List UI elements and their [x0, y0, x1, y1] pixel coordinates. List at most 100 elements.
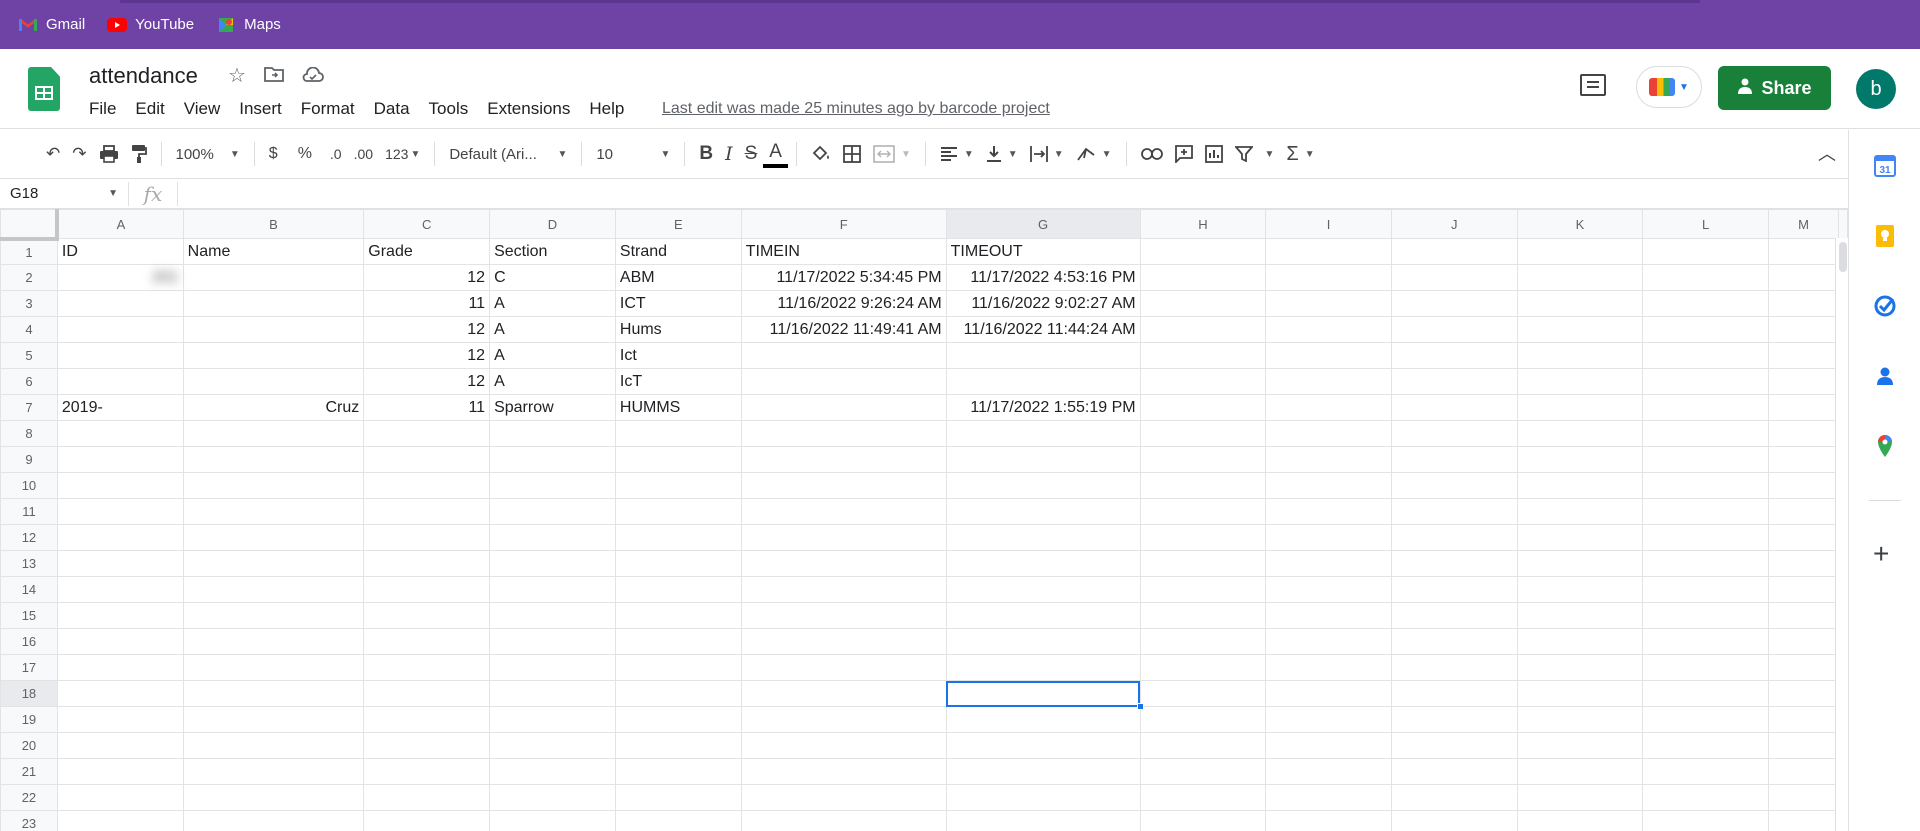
cell[interactable] — [182, 498, 365, 525]
cell[interactable] — [56, 732, 184, 759]
menu-extensions[interactable]: Extensions — [487, 99, 570, 119]
strikethrough-button[interactable]: S — [739, 139, 764, 169]
tasks-icon[interactable] — [1873, 294, 1897, 318]
cell[interactable]: 11/17/2022 5:34:45 PM — [740, 264, 947, 291]
cell[interactable] — [1139, 394, 1267, 421]
cell[interactable] — [614, 550, 742, 577]
cell[interactable] — [1768, 446, 1839, 473]
cell[interactable] — [1516, 706, 1644, 733]
cell[interactable] — [1390, 706, 1518, 733]
cell[interactable] — [740, 758, 947, 785]
cell[interactable]: ABM — [614, 264, 742, 291]
menu-format[interactable]: Format — [301, 99, 355, 119]
row-header[interactable]: 17 — [0, 654, 58, 681]
cell[interactable] — [945, 368, 1141, 395]
cell[interactable] — [182, 342, 365, 369]
cell[interactable] — [1390, 446, 1518, 473]
cell[interactable] — [489, 628, 616, 655]
cell[interactable] — [1516, 576, 1644, 603]
cell[interactable] — [363, 498, 491, 525]
cell[interactable] — [363, 810, 491, 831]
cell[interactable] — [945, 732, 1141, 759]
cell[interactable] — [1642, 706, 1770, 733]
row-header[interactable]: 6 — [0, 368, 58, 395]
cell[interactable]: 2019- — [56, 394, 184, 421]
cell[interactable] — [182, 628, 365, 655]
selection-fill-handle[interactable] — [1137, 703, 1144, 710]
menu-tools[interactable]: Tools — [429, 99, 469, 119]
cell[interactable]: C — [489, 264, 616, 291]
share-button[interactable]: Share — [1718, 66, 1831, 110]
cell[interactable] — [1642, 316, 1770, 343]
cell[interactable]: IcT — [614, 368, 742, 395]
cell[interactable] — [1516, 758, 1644, 785]
cell[interactable] — [1642, 264, 1770, 291]
cell[interactable] — [1390, 654, 1518, 681]
cell[interactable] — [1139, 706, 1267, 733]
cell[interactable] — [1265, 602, 1392, 629]
cell[interactable] — [1390, 264, 1518, 291]
cell[interactable] — [182, 264, 365, 291]
cell[interactable] — [614, 446, 742, 473]
cell[interactable] — [1768, 654, 1839, 681]
row-header[interactable]: 22 — [0, 784, 58, 811]
cell[interactable] — [1265, 264, 1392, 291]
cell[interactable] — [182, 472, 365, 499]
cell[interactable] — [1265, 576, 1392, 603]
cell[interactable] — [740, 550, 947, 577]
cell[interactable] — [182, 576, 365, 603]
cell[interactable] — [1768, 472, 1839, 499]
last-edit-link[interactable]: Last edit was made 25 minutes ago by bar… — [662, 100, 1050, 118]
row-header[interactable]: 20 — [0, 732, 58, 759]
merge-cells-icon[interactable]: ▼ — [867, 139, 917, 169]
cell[interactable] — [945, 420, 1141, 447]
cloud-status-icon[interactable] — [302, 66, 324, 89]
cell[interactable] — [1516, 420, 1644, 447]
cell[interactable] — [1768, 680, 1839, 707]
cell[interactable] — [740, 498, 947, 525]
cell[interactable] — [1139, 524, 1267, 551]
cell[interactable] — [1265, 524, 1392, 551]
cell[interactable] — [182, 810, 365, 831]
column-header-h[interactable]: H — [1139, 209, 1267, 239]
cell[interactable] — [363, 628, 491, 655]
vertical-scrollbar[interactable] — [1835, 238, 1848, 831]
cell[interactable] — [182, 732, 365, 759]
collapse-menus-icon[interactable]: ︿ — [1818, 140, 1836, 166]
name-box[interactable]: G18 ▼ — [0, 179, 128, 208]
cell[interactable] — [56, 524, 184, 551]
cell[interactable] — [363, 758, 491, 785]
cell[interactable] — [1768, 602, 1839, 629]
cell[interactable] — [1265, 810, 1392, 831]
cell[interactable]: 12 — [363, 316, 491, 343]
cell[interactable] — [740, 706, 947, 733]
font-size-select[interactable]: 10 ▼ — [590, 139, 676, 169]
cell[interactable] — [1516, 394, 1644, 421]
column-header-c[interactable]: C — [363, 209, 491, 239]
cell[interactable] — [945, 342, 1141, 369]
cell[interactable] — [1139, 784, 1267, 811]
selected-cell[interactable] — [945, 680, 1141, 707]
cell[interactable] — [614, 732, 742, 759]
column-header-g[interactable]: G — [945, 209, 1141, 239]
cell[interactable] — [1390, 732, 1518, 759]
fill-color-icon[interactable] — [805, 139, 837, 169]
cell[interactable]: Name — [182, 238, 365, 265]
cell[interactable] — [1265, 654, 1392, 681]
cell[interactable] — [1768, 524, 1839, 551]
cell[interactable] — [1642, 550, 1770, 577]
cell[interactable] — [182, 680, 365, 707]
row-header[interactable]: 7 — [0, 394, 58, 421]
cell[interactable] — [1139, 758, 1267, 785]
cell[interactable] — [1516, 784, 1644, 811]
cell[interactable] — [614, 420, 742, 447]
cell[interactable] — [1768, 758, 1839, 785]
cell[interactable] — [182, 524, 365, 551]
row-header[interactable]: 12 — [0, 524, 58, 551]
cell[interactable] — [56, 550, 184, 577]
cell[interactable] — [1390, 368, 1518, 395]
cell[interactable] — [1642, 498, 1770, 525]
cell[interactable] — [1139, 316, 1267, 343]
cell[interactable] — [1642, 290, 1770, 317]
cell[interactable] — [614, 472, 742, 499]
